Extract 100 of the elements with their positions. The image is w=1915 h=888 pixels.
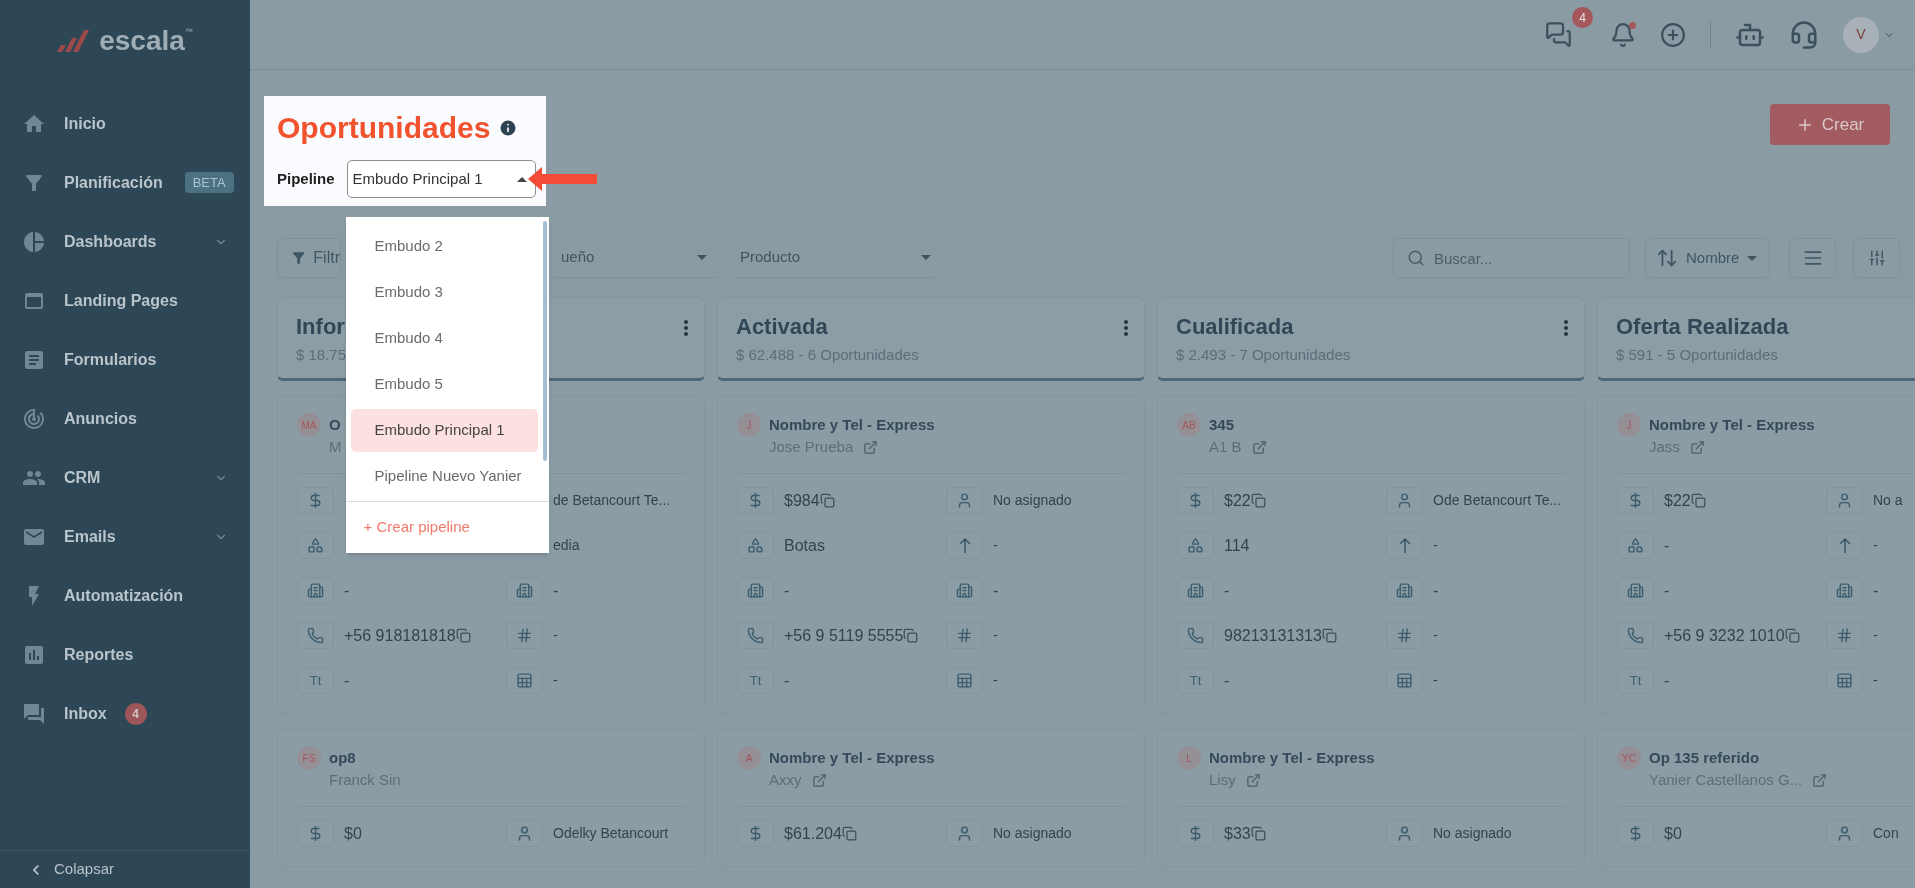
sidebar-item[interactable]: Automatización [0,566,250,625]
card-title: Nombre y Tel - Express [769,415,935,435]
column-menu-button[interactable] [1562,318,1570,338]
field-value: +56 918181818 [344,625,456,646]
owner-select[interactable]: ueño [553,238,717,278]
column-menu-button[interactable] [682,318,690,338]
hash-icon [1836,627,1853,644]
create-button[interactable]: Crear [1770,104,1890,145]
column-title: Activada [736,313,829,341]
sidebar-item[interactable]: Reportes [0,625,250,684]
field-value: de Betancourt Te... [553,491,671,510]
trademark-mark: ™ [184,26,193,36]
column-title: Infor [296,313,346,341]
field-value: $61.204 [784,823,842,844]
field-value: - [1433,580,1439,601]
person-icon [1836,825,1853,842]
shapes-icon [307,537,324,554]
table-icon [516,672,533,689]
shapes-icon [747,537,764,554]
field-value: $22 [1224,490,1251,511]
field-value: - [993,671,998,690]
table-icon [956,672,973,689]
sidebar-item[interactable]: CRM [0,448,250,507]
field-value: - [1433,671,1438,690]
pipeline-option[interactable]: Embudo 4 [350,317,538,360]
avatar-initials: YC [1617,746,1641,770]
settings-button[interactable] [1853,238,1900,278]
card-title: Nombre y Tel - Express [1209,748,1375,768]
pipeline-option[interactable]: Embudo Principal 1 [350,409,538,452]
pipeline-option[interactable]: Embudo 3 [350,271,538,314]
building-icon [1396,582,1413,599]
collapse-button[interactable]: Colapsar [26,858,115,881]
phone-icon [1627,627,1644,644]
support-button[interactable] [1789,19,1819,50]
column-title: Cualificada [1176,313,1295,341]
notifications-button[interactable] [1610,21,1636,48]
field-value: edia [553,536,580,555]
pipeline-option[interactable]: Pipeline Nuevo Yanier [350,455,538,498]
field-value: No asignado [993,824,1072,843]
field-value: - [1433,626,1438,645]
card-title: Nombre y Tel - Express [1649,415,1815,435]
sidebar-item[interactable]: Inicio [0,94,250,153]
building-icon [516,582,533,599]
text-field-badge: Tt [297,667,334,694]
caret-down-icon [921,255,931,260]
field-value: - [344,670,350,691]
pipeline-select[interactable]: Embudo Principal 1 [346,160,536,198]
add-button[interactable] [1660,21,1686,48]
field-value: Ode Betancourt Te... [1433,491,1562,510]
card-title: 345 [1209,415,1236,435]
field-value: - [1664,580,1670,601]
field-value: $33 [1224,823,1251,844]
user-menu[interactable]: V [1843,16,1895,53]
field-value: - [993,536,998,555]
field-value: - [784,580,790,601]
plus-circle-icon [1660,21,1686,48]
field-value: $984 [784,490,820,511]
sort-arrows-icon [1656,247,1678,269]
sidebar-item[interactable]: Dashboards [0,212,250,271]
sidebar-item[interactable]: Anuncios [0,389,250,448]
shapes-icon [1187,537,1204,554]
sidebar-item[interactable]: Formularios [0,330,250,389]
bell-icon [1610,21,1636,48]
sidebar-item[interactable]: Landing Pages [0,271,250,330]
field-value: - [1664,535,1670,556]
person-icon [516,825,533,842]
field-value: $0 [344,823,362,844]
person-icon [956,825,973,842]
search-field[interactable]: Buscar... [1393,238,1630,278]
create-pipeline-link[interactable]: + Crear pipeline [363,516,470,539]
pipeline-label: Pipeline [277,168,335,189]
sidebar-item[interactable]: Inbox 4 [0,684,250,743]
text-field-badge: Tt [1177,667,1214,694]
person-icon [1396,825,1413,842]
chat-button[interactable] [1545,21,1572,48]
kebab-icon [1124,320,1128,336]
hash-icon [516,627,533,644]
hash-icon [956,627,973,644]
pipeline-option[interactable]: Embudo 2 [350,225,538,268]
phone-icon [747,627,764,644]
kebab-icon [684,320,688,336]
product-select[interactable]: Producto [735,238,935,278]
person-icon [956,492,973,509]
arrow-up-icon [958,537,971,554]
chat-bubbles-icon [22,701,46,726]
field-value: - [784,670,790,691]
sidebar-item[interactable]: Planificación BETA [0,153,250,212]
sidebar-item[interactable]: Emails [0,507,250,566]
field-value: - [1873,536,1878,555]
list-view-button[interactable] [1789,238,1836,278]
unread-count: 4 [124,702,147,725]
logo-mark-icon [57,30,92,52]
avatar-initials: L [1177,746,1201,770]
text-field-badge: Tt [737,667,774,694]
table-icon [1396,672,1413,689]
column-menu-button[interactable] [1122,318,1130,338]
building-icon [747,582,764,599]
avatar-initials: MA [297,413,321,437]
hash-icon [1396,627,1413,644]
card-title: O [329,415,342,435]
